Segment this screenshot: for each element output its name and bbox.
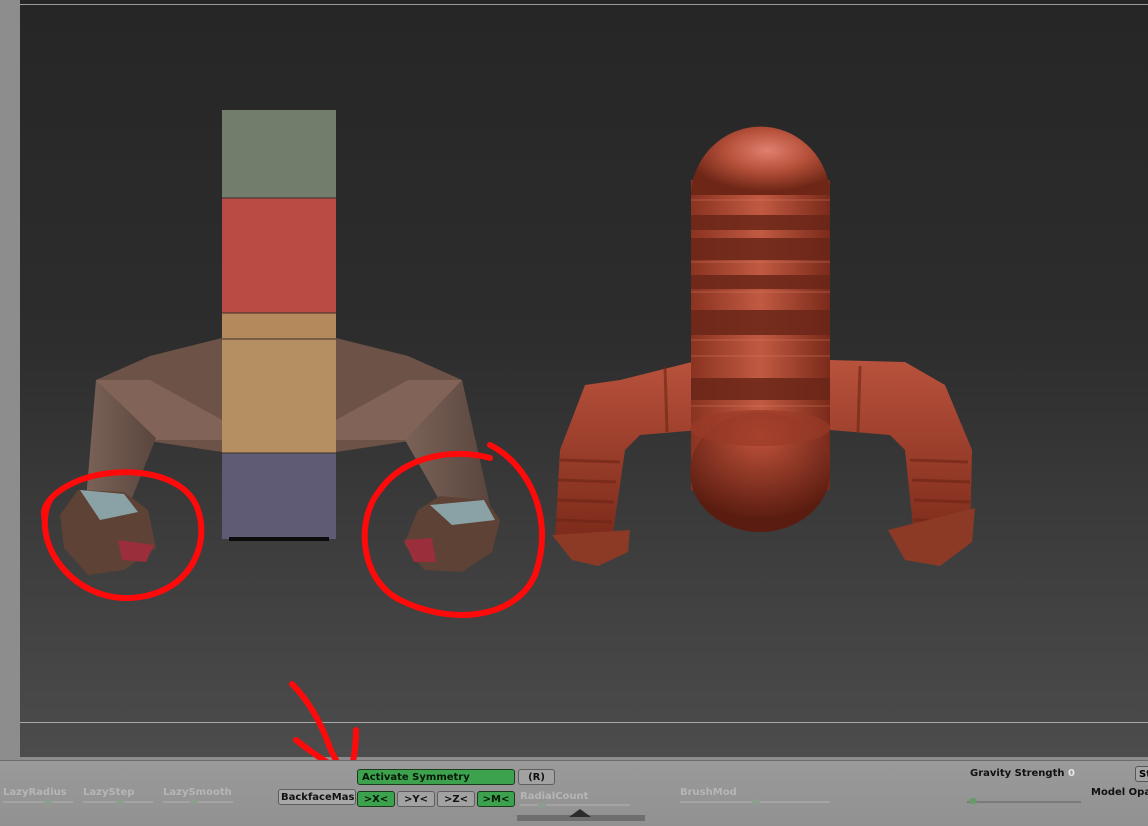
- lazy-smooth-knob[interactable]: [190, 799, 198, 805]
- lazy-smooth-slider[interactable]: [163, 801, 233, 803]
- lazy-step-label: LazyStep: [83, 787, 135, 798]
- lazy-smooth-label: LazySmooth: [163, 787, 232, 798]
- collapse-arrow-icon[interactable]: [569, 809, 591, 817]
- symmetry-x-button[interactable]: >X<: [357, 791, 395, 807]
- symmetry-m-button[interactable]: >M<: [477, 791, 515, 807]
- gravity-strength-text: Gravity Strength: [970, 768, 1065, 779]
- lazy-step-knob[interactable]: [116, 799, 124, 805]
- model-opacity-label: Model Opa: [1091, 787, 1148, 798]
- gravity-strength-label: Gravity Strength 0: [970, 768, 1075, 779]
- radial-count-label: RadialCount: [520, 791, 589, 802]
- radial-count-knob[interactable]: [538, 802, 546, 808]
- backface-mask-button[interactable]: BackfaceMas: [278, 789, 356, 805]
- gravity-strength-knob[interactable]: [969, 798, 977, 804]
- lazy-radius-knob[interactable]: [44, 799, 52, 805]
- lazy-radius-slider[interactable]: [3, 801, 73, 803]
- annotation-arrow-icon: [289, 681, 359, 778]
- brush-mod-knob[interactable]: [752, 799, 760, 805]
- gravity-strength-value: 0: [1067, 768, 1075, 779]
- brush-mod-label: BrushMod: [680, 787, 737, 798]
- gravity-strength-slider[interactable]: [967, 801, 1081, 803]
- symmetry-y-button[interactable]: >Y<: [397, 791, 435, 807]
- radial-symmetry-button[interactable]: (R): [518, 769, 555, 785]
- activate-symmetry-button[interactable]: Activate Symmetry: [357, 769, 515, 785]
- symmetry-z-button[interactable]: >Z<: [437, 791, 475, 807]
- radial-count-slider[interactable]: [520, 804, 630, 806]
- st-button[interactable]: St: [1135, 766, 1148, 782]
- lazy-radius-label: LazyRadius: [3, 787, 67, 798]
- zbrush-window: LazyRadius LazyStep LazySmooth BackfaceM…: [0, 0, 1148, 826]
